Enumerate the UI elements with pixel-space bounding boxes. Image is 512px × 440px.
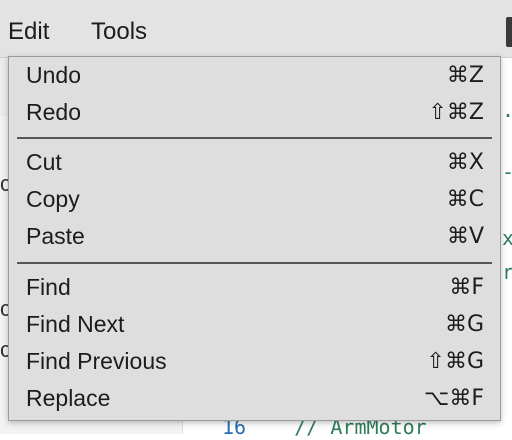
menu-item-label: Paste xyxy=(26,223,85,249)
panel-text-fragment: c xyxy=(0,172,8,196)
menu-item-label: Undo xyxy=(26,62,81,88)
menu-item-shortcut: ⌘G xyxy=(444,312,484,337)
menu-separator xyxy=(17,262,492,264)
menu-item-replace[interactable]: Replace ⌥⌘F xyxy=(9,380,500,417)
menu-item-label: Find Next xyxy=(26,311,125,337)
code-fragment: r xyxy=(502,260,512,284)
menu-item-redo[interactable]: Redo ⇧⌘Z xyxy=(9,94,500,131)
menu-item-copy[interactable]: Copy ⌘C xyxy=(9,181,500,218)
menu-item-shortcut: ⌘V xyxy=(446,224,484,249)
menu-item-find-previous[interactable]: Find Previous ⇧⌘G xyxy=(9,343,500,380)
menu-item-label: Redo xyxy=(26,99,81,125)
code-fragment: x xyxy=(502,226,512,250)
menu-item-shortcut: ⇧⌘Z xyxy=(428,100,484,125)
menu-item-label: Find xyxy=(26,274,71,300)
menu-item-shortcut: ⌥⌘F xyxy=(423,386,484,411)
menu-item-shortcut: ⌘C xyxy=(446,187,484,212)
menu-item-label: Replace xyxy=(26,385,111,411)
menu-item-find-next[interactable]: Find Next ⌘G xyxy=(9,306,500,343)
menu-item-label: Cut xyxy=(26,149,62,175)
menu-item-find[interactable]: Find ⌘F xyxy=(9,269,500,306)
menu-item-label: Copy xyxy=(26,186,80,212)
menu-item-paste[interactable]: Paste ⌘V xyxy=(9,218,500,255)
menu-item-shortcut: ⇧⌘G xyxy=(426,349,484,374)
toolbar-icon[interactable] xyxy=(506,17,512,47)
menu-item-undo[interactable]: Undo ⌘Z xyxy=(9,57,500,94)
code-fragment: . xyxy=(502,98,512,122)
menu-separator xyxy=(17,137,492,139)
menu-item-shortcut: ⌘Z xyxy=(446,63,484,88)
menu-item-cut[interactable]: Cut ⌘X xyxy=(9,144,500,181)
edit-menu-dropdown: Undo ⌘Z Redo ⇧⌘Z Cut ⌘X Copy ⌘C Paste ⌘V… xyxy=(8,56,501,421)
menu-bar: Edit Tools xyxy=(0,0,512,58)
panel-text-fragment: c xyxy=(0,297,8,321)
menu-tools[interactable]: Tools xyxy=(91,16,147,48)
menu-item-label: Find Previous xyxy=(26,348,167,374)
menu-item-shortcut: ⌘F xyxy=(449,275,484,300)
menu-item-shortcut: ⌘X xyxy=(446,150,484,175)
code-fragment: - xyxy=(502,160,512,184)
menu-edit[interactable]: Edit xyxy=(8,16,49,48)
panel-text-fragment: c xyxy=(0,338,8,362)
